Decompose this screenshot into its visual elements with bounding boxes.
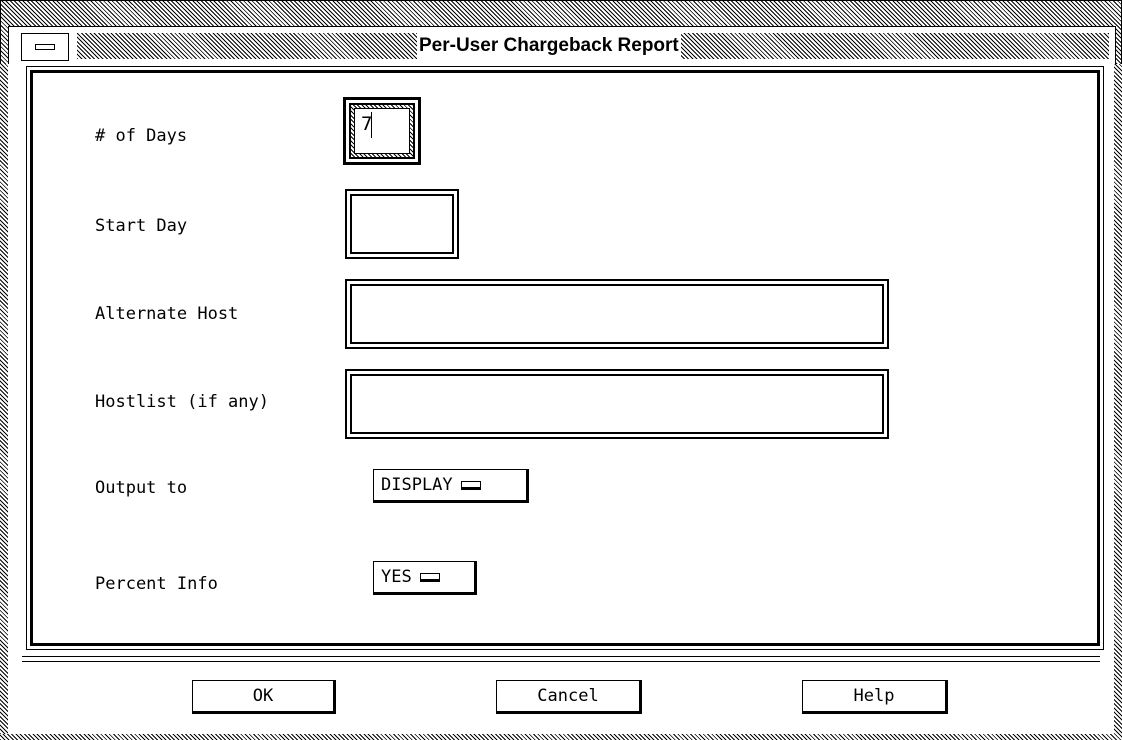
start-day-input[interactable] (345, 189, 459, 259)
option-menu-icon (419, 572, 440, 582)
output-to-option-menu[interactable]: DISPLAY (373, 469, 529, 503)
output-to-label: Output to (95, 478, 188, 498)
form-panel: # of Days 7 Start Day Alternate Host Hos… (26, 66, 1104, 650)
cancel-button[interactable]: Cancel (496, 680, 642, 714)
window-menu-button[interactable] (21, 33, 69, 61)
days-input[interactable]: 7 (343, 97, 421, 165)
bottom-resize-border[interactable] (0, 734, 1122, 740)
hostlist-input[interactable] (345, 369, 889, 439)
right-resize-border[interactable] (1114, 64, 1122, 734)
alternate-host-input[interactable] (345, 279, 889, 349)
text-cursor (371, 112, 372, 138)
title-bar[interactable]: Per-User Chargeback Report (8, 26, 1116, 66)
percent-info-label: Percent Info (95, 574, 218, 594)
dialog-client-area: # of Days 7 Start Day Alternate Host Hos… (8, 64, 1114, 734)
dialog-window: Per-User Chargeback Report # of Days 7 S… (0, 0, 1122, 740)
ok-button[interactable]: OK (192, 680, 336, 714)
alternate-host-label: Alternate Host (95, 304, 239, 324)
percent-info-selected: YES (381, 567, 412, 587)
window-menu-icon (35, 44, 55, 50)
help-button[interactable]: Help (802, 680, 948, 714)
days-input-area[interactable]: 7 (354, 108, 410, 154)
option-menu-icon (460, 480, 481, 490)
window-title: Per-User Chargeback Report (417, 33, 681, 59)
start-day-label: Start Day (95, 216, 188, 236)
left-resize-border[interactable] (0, 64, 8, 734)
percent-info-option-menu[interactable]: YES (373, 561, 477, 595)
button-separator (22, 656, 1100, 662)
days-label: # of Days (95, 126, 188, 146)
hostlist-label: Hostlist (if any) (95, 392, 269, 412)
output-to-selected: DISPLAY (381, 475, 453, 495)
